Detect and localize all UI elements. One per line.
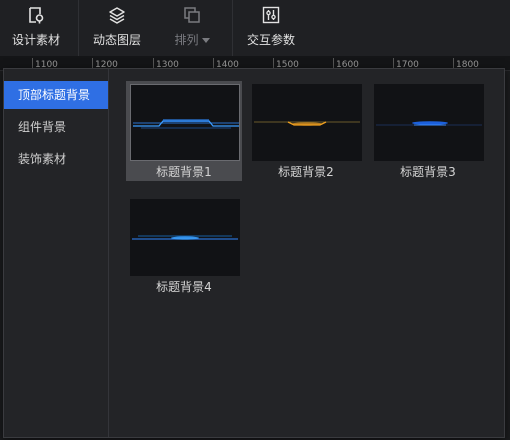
layers-icon (108, 6, 126, 24)
arrange-button[interactable]: 排列 (162, 0, 222, 56)
asset-caption: 标题背景4 (156, 280, 212, 294)
design-assets-icon (27, 6, 45, 24)
asset-caption: 标题背景2 (278, 165, 334, 179)
top-toolbar: 设计素材 动态图层 排列 交互参数 (0, 0, 510, 56)
arrange-icon (183, 6, 201, 24)
chevron-down-icon (201, 38, 210, 43)
title-bg-2-preview (252, 84, 362, 161)
interaction-params-label: 交互参数 (246, 33, 295, 47)
asset-caption: 标题背景3 (400, 165, 456, 179)
title-bg-3-preview (374, 84, 484, 161)
asset-picker-panel: 顶部标题背景 组件背景 装饰素材 标题背景1 标题背景2 标题背景3 标题背景4 (3, 68, 505, 438)
arrange-label: 排列 (162, 33, 222, 47)
asset-card-title-bg-3[interactable]: 标题背景3 (370, 81, 486, 181)
title-bg-4-preview (130, 199, 240, 276)
category-top-title-background[interactable]: 顶部标题背景 (4, 81, 108, 109)
toolbar-divider (78, 0, 79, 56)
category-sidebar: 顶部标题背景 组件背景 装饰素材 (4, 69, 109, 437)
asset-caption: 标题背景1 (156, 165, 212, 179)
dynamic-layers-button[interactable]: 动态图层 (86, 0, 148, 56)
asset-thumbnail (374, 84, 484, 161)
dynamic-layers-label: 动态图层 (92, 33, 141, 47)
asset-card-title-bg-2[interactable]: 标题背景2 (248, 81, 364, 181)
asset-card-title-bg-1[interactable]: 标题背景1 (126, 81, 242, 181)
asset-thumbnail (130, 199, 240, 276)
category-component-background[interactable]: 组件背景 (4, 113, 108, 141)
category-decoration-assets[interactable]: 装饰素材 (4, 145, 108, 173)
design-assets-button[interactable]: 设计素材 (5, 0, 67, 56)
interaction-params-button[interactable]: 交互参数 (240, 0, 302, 56)
toolbar-divider (232, 0, 233, 56)
title-bg-1-preview (131, 85, 239, 160)
asset-thumbnail (252, 84, 362, 161)
interaction-params-icon (262, 6, 280, 24)
design-assets-label: 设计素材 (11, 33, 60, 47)
asset-card-title-bg-4[interactable]: 标题背景4 (126, 196, 242, 296)
asset-thumbnail (130, 84, 240, 161)
asset-grid: 标题背景1 标题背景2 标题背景3 标题背景4 (109, 69, 504, 437)
